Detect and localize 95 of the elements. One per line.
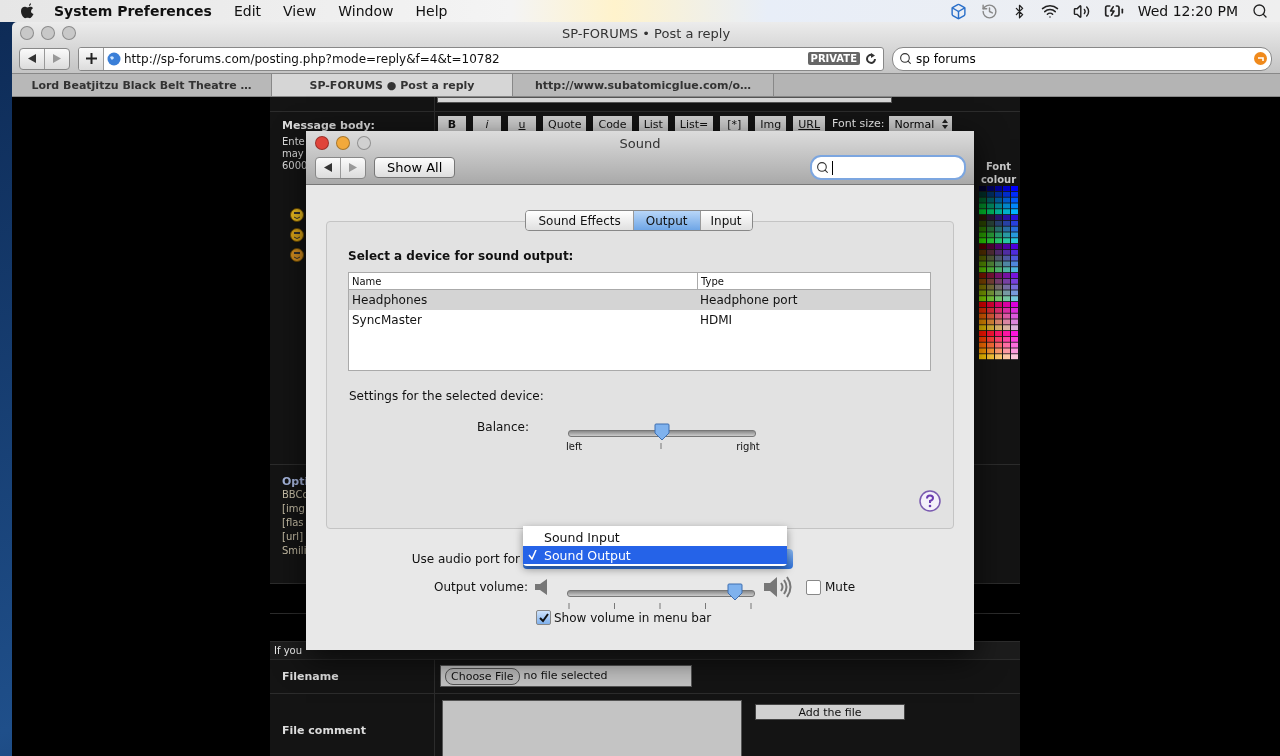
option-text: [img — [282, 502, 305, 516]
format-button[interactable]: URL — [793, 116, 826, 132]
file-field[interactable]: Choose File no file selected — [440, 665, 692, 687]
menu-item[interactable]: Window — [338, 3, 394, 19]
checkmark-icon — [538, 612, 549, 623]
search-field[interactable]: sp forums — [892, 46, 1272, 71]
device-row[interactable]: SyncMaster HDMI — [349, 310, 930, 330]
search-icon — [899, 52, 912, 65]
device-row[interactable]: Headphones Headphone port — [349, 290, 930, 310]
option-text: [flas — [282, 516, 304, 530]
address-field[interactable]: http://sp-forums.com/posting.php?mode=reply&f=4&t=10782 PRIVATE — [78, 46, 884, 71]
add-file-button[interactable]: Add the file — [755, 704, 905, 720]
snapback-icon[interactable] — [1254, 52, 1267, 65]
palette-label: Font colour — [979, 160, 1018, 186]
menu-item[interactable]: Sound Input — [523, 528, 787, 546]
comment-field[interactable] — [442, 700, 742, 756]
mute-checkbox[interactable]: Mute — [806, 579, 856, 595]
balance-label: Balance: — [476, 420, 529, 434]
globe-icon — [107, 51, 121, 66]
format-button[interactable]: Quote — [543, 116, 587, 132]
menu-item[interactable]: View — [283, 3, 317, 19]
option-text: Smili — [282, 544, 307, 558]
smiley-icon[interactable] — [290, 208, 304, 222]
reload-icon[interactable] — [865, 52, 877, 65]
clock-history-icon[interactable] — [980, 2, 998, 20]
browser-tab[interactable]: http://www.subatomicglue.com/o… — [513, 74, 774, 96]
help-icon[interactable] — [919, 490, 941, 512]
back-arrow-icon[interactable] — [324, 163, 332, 172]
show-all-button[interactable]: Show All — [374, 157, 456, 178]
slider-end-label: left — [566, 441, 583, 452]
format-button[interactable]: u — [508, 116, 536, 132]
search-icon — [816, 161, 829, 174]
search-field[interactable] — [810, 155, 966, 180]
close-button[interactable] — [315, 136, 329, 150]
colour-palette-drawing[interactable] — [978, 186, 1019, 360]
font-size-select[interactable]: Normal — [888, 116, 953, 132]
format-button[interactable]: List — [638, 116, 668, 132]
volume-slider[interactable] — [567, 583, 755, 609]
browser-tab[interactable]: SP-FORUMS ● Post a reply — [272, 74, 513, 96]
stepper-icon — [942, 119, 949, 129]
format-button[interactable]: Img — [755, 116, 787, 132]
volume-label: Output volume: — [433, 580, 528, 594]
subject-field[interactable] — [437, 97, 892, 103]
zoom-button[interactable] — [62, 26, 76, 40]
section-label: Settings for the selected device: — [348, 389, 544, 403]
font-size-label: Font size: — [832, 118, 885, 130]
speaker-icon — [535, 579, 550, 595]
menu-item[interactable]: Help — [415, 3, 448, 19]
menu-item[interactable]: Sound Output — [523, 546, 787, 564]
device-table[interactable]: Name Type Headphones Headphone port SyncMaster HDMI — [348, 272, 931, 371]
forward-arrow-icon[interactable] — [53, 54, 61, 63]
option-text: [url] — [282, 530, 304, 544]
tab[interactable]: Output — [632, 211, 700, 230]
field-label: Message body: — [282, 119, 375, 132]
popup-label: Use audio port for — [410, 552, 520, 566]
slider-thumb[interactable] — [727, 583, 744, 601]
checkmark-icon — [528, 550, 537, 560]
column-header[interactable]: Name — [349, 273, 697, 289]
format-button[interactable]: i — [473, 116, 501, 132]
column-header[interactable]: Type — [697, 273, 930, 289]
format-button[interactable]: B — [438, 116, 466, 132]
apple-logo-icon[interactable] — [20, 3, 34, 19]
menu-item[interactable]: System Preferences — [54, 3, 212, 19]
forward-arrow-icon[interactable] — [349, 163, 357, 172]
format-button[interactable]: List= — [674, 116, 714, 132]
menu-clock[interactable]: Wed 12:20 PM — [1137, 3, 1238, 19]
search-icon[interactable] — [1252, 3, 1268, 19]
private-badge: PRIVATE — [807, 52, 860, 65]
volume-icon[interactable] — [1072, 2, 1090, 20]
tab[interactable]: Sound Effects — [526, 211, 633, 230]
loud-speaker-icon — [764, 576, 794, 598]
field-label: Filename — [282, 670, 339, 683]
window-title: SP-FORUMS • Post a reply — [560, 25, 732, 41]
format-button[interactable]: [*] — [720, 116, 749, 132]
format-button[interactable]: Code — [593, 116, 632, 132]
section-heading: Select a device for sound output: — [348, 249, 575, 263]
window-title: Sound — [618, 136, 662, 151]
plus-icon[interactable] — [85, 53, 97, 64]
minimize-button[interactable] — [336, 136, 350, 150]
tab[interactable]: Input — [699, 211, 752, 230]
show-volume-checkbox[interactable]: Show volume in menu bar — [536, 610, 954, 625]
wifi-icon[interactable] — [1040, 2, 1059, 20]
box-status-icon[interactable] — [949, 2, 967, 20]
field-label: File comment — [282, 724, 366, 737]
slider-end-label: right — [736, 441, 760, 452]
browser-tab[interactable]: Lord Beatjitzu Black Belt Theatre … — [12, 74, 272, 96]
notice-text: If you — [273, 644, 303, 658]
choose-file-button[interactable]: Choose File — [445, 667, 520, 685]
hint-text: Ente — [282, 136, 305, 148]
menu-item[interactable]: Edit — [233, 3, 262, 19]
hint-text: may — [282, 148, 304, 160]
back-arrow-icon[interactable] — [28, 54, 36, 63]
minimize-button[interactable] — [41, 26, 55, 40]
slider-thumb[interactable] — [654, 423, 670, 441]
close-button[interactable] — [20, 26, 34, 40]
